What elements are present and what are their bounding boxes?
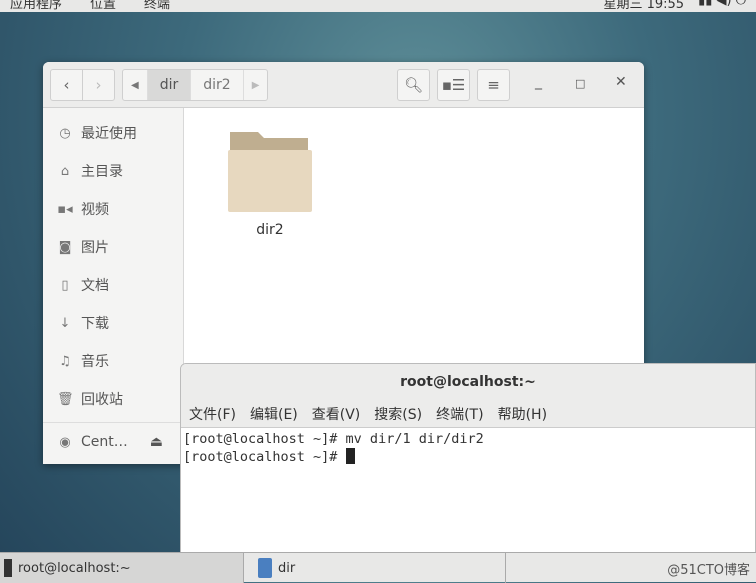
breadcrumb: ◀ dir dir2 ▶ — [122, 69, 269, 101]
sidebar-item-home[interactable]: ⌂ 主目录 — [43, 152, 183, 190]
sidebar-label: 文档 — [81, 278, 109, 294]
download-icon: ↓ — [59, 315, 71, 331]
breadcrumb-dir[interactable]: dir — [147, 70, 192, 100]
menu-file[interactable]: 文件(F) — [189, 404, 236, 424]
cursor — [345, 448, 355, 464]
disc-icon: ◉ — [59, 434, 71, 450]
system-icons[interactable]: ▮▮ ◀) ⏻ — [698, 0, 746, 12]
menu-terminal[interactable]: 终端 — [144, 0, 170, 12]
terminal-line: [root@localhost ~]# mv dir/1 dir/dir2 — [183, 431, 484, 447]
breadcrumb-dir2[interactable]: dir2 — [191, 70, 244, 100]
taskbar-label: dir — [278, 560, 296, 576]
back-button[interactable]: ‹ — [50, 69, 83, 101]
home-icon: ⌂ — [60, 163, 70, 179]
music-icon: ♫ — [59, 353, 71, 369]
terminal-console[interactable]: [root@localhost ~]# mv dir/1 dir/dir2 [ro… — [181, 428, 755, 466]
terminal-icon — [4, 559, 12, 577]
list-view-icon: ▪☰ — [441, 76, 466, 94]
header-bar: ‹ › ◀ dir dir2 ▶ 🔍︎ ▪☰ ≡ _ □ ✕ — [43, 62, 644, 108]
taskbar: root@localhost:~ dir @51CTO博客 — [0, 552, 756, 583]
view-toggle-button[interactable]: ▪☰ — [437, 69, 470, 101]
terminal-menubar: 文件(F) 编辑(E) 查看(V) 搜索(S) 终端(T) 帮助(H) — [181, 400, 755, 428]
terminal-title: root@localhost:~ — [181, 364, 755, 400]
camera-icon: ◙ — [58, 239, 72, 255]
sidebar-label: 下载 — [81, 316, 109, 332]
folder-item[interactable]: dir2 — [228, 128, 312, 238]
breadcrumb-left-arrow[interactable]: ◀ — [123, 70, 148, 100]
menu-applications[interactable]: 应用程序 — [10, 0, 62, 12]
sidebar-item-documents[interactable]: ▯ 文档 — [43, 266, 183, 304]
sidebar-label: 主目录 — [81, 164, 123, 180]
sidebar-label: 图片 — [81, 240, 109, 256]
forward-button[interactable]: › — [82, 69, 115, 101]
terminal-line: [root@localhost ~]# — [183, 449, 346, 465]
chevron-left-icon: ‹ — [63, 76, 70, 94]
sidebar-item-recent[interactable]: ◷ 最近使用 — [43, 114, 183, 152]
sidebar-item-pictures[interactable]: ◙ 图片 — [43, 228, 183, 266]
file-cabinet-icon — [258, 558, 272, 578]
taskbar-item-terminal[interactable]: root@localhost:~ — [0, 553, 244, 583]
menu-edit[interactable]: 编辑(E) — [250, 404, 298, 424]
sidebar: ◷ 最近使用 ⌂ 主目录 ▪◂ 视频 ◙ 图片 ▯ 文档 ↓ 下载 ♫ 音乐 🗑︎ 回收站 ◉ C… — [43, 108, 184, 464]
terminal-window: root@localhost:~ 文件(F) 编辑(E) 查看(V) 搜索(S)… — [180, 363, 756, 553]
sidebar-label: 最近使用 — [81, 126, 137, 142]
folder-icon — [228, 132, 312, 212]
chevron-right-icon: › — [95, 76, 102, 94]
menu-terminal[interactable]: 终端(T) — [436, 404, 483, 424]
watermark: @51CTO博客 — [663, 553, 750, 583]
top-bar: 应用程序 位置 终端 星期三 19:55 ▮▮ ◀) ⏻ — [0, 0, 756, 12]
sidebar-label: 音乐 — [81, 354, 109, 370]
breadcrumb-right-arrow[interactable]: ▶ — [244, 70, 268, 100]
sidebar-label: Cent… — [81, 434, 128, 450]
document-icon: ▯ — [61, 277, 69, 293]
hamburger-icon: ≡ — [487, 76, 500, 94]
watermark-text: @51CTO博客 — [667, 562, 750, 578]
video-icon: ▪◂ — [57, 201, 73, 217]
sidebar-item-trash[interactable]: 🗑︎ 回收站 — [43, 380, 183, 418]
search-icon: 🔍︎ — [403, 76, 424, 94]
menu-view[interactable]: 查看(V) — [312, 404, 361, 424]
eject-icon[interactable]: ⏏ — [150, 434, 163, 450]
sidebar-item-device[interactable]: ◉ Cent… ⏏ — [43, 423, 183, 461]
clock-icon: ◷ — [59, 125, 71, 141]
clock[interactable]: 星期三 19:55 — [603, 0, 684, 12]
sidebar-item-downloads[interactable]: ↓ 下载 — [43, 304, 183, 342]
menu-search[interactable]: 搜索(S) — [374, 404, 422, 424]
sidebar-label: 视频 — [81, 202, 109, 218]
minimize-button[interactable]: _ — [535, 74, 542, 90]
search-button[interactable]: 🔍︎ — [397, 69, 430, 101]
menu-places[interactable]: 位置 — [90, 0, 116, 12]
folder-name: dir2 — [256, 222, 284, 238]
trash-icon: 🗑︎ — [57, 391, 74, 407]
menu-help[interactable]: 帮助(H) — [498, 404, 547, 424]
maximize-button[interactable]: □ — [575, 77, 585, 90]
taskbar-label: root@localhost:~ — [18, 560, 131, 576]
sidebar-label: 回收站 — [81, 392, 123, 408]
sidebar-item-music[interactable]: ♫ 音乐 — [43, 342, 183, 380]
taskbar-item-files[interactable]: dir — [254, 553, 506, 583]
sidebar-item-videos[interactable]: ▪◂ 视频 — [43, 190, 183, 228]
menu-button[interactable]: ≡ — [477, 69, 510, 101]
close-button[interactable]: ✕ — [615, 74, 627, 90]
